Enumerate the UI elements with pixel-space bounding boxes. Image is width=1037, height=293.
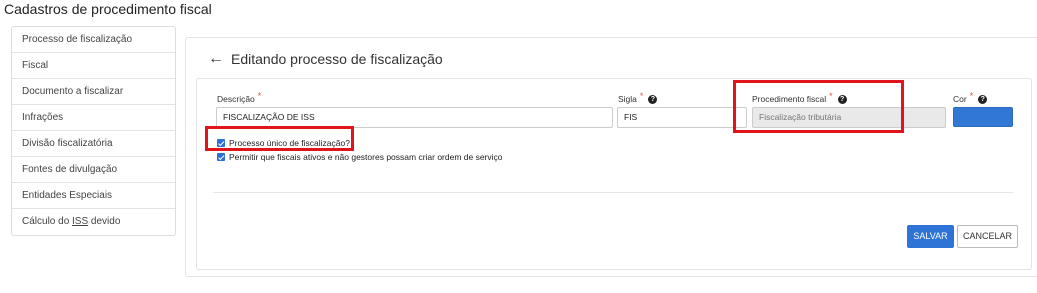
cor-label-text: Cor	[953, 94, 967, 104]
procedimento-label-text: Procedimento fiscal	[752, 94, 827, 104]
sidebar-item-label: Processo de fiscalização	[22, 34, 133, 45]
sidebar-item-label-suffix: devido	[88, 216, 121, 227]
cor-label: Cor *?	[953, 91, 988, 104]
edit-panel: ← Editando processo de fiscalização Desc…	[185, 37, 1037, 277]
form-card: Descrição * FISCALIZAÇÃO DE ISS Sigla *? F…	[196, 78, 1032, 270]
cancel-button[interactable]: CANCELAR	[957, 225, 1018, 248]
sidebar-item-label: Divisão fiscalizatória	[22, 138, 113, 149]
sidebar-item-documento[interactable]: Documento a fiscalizar	[12, 79, 175, 105]
processo-unico-checkbox[interactable]	[217, 139, 225, 147]
sidebar-item-fiscal[interactable]: Fiscal	[12, 53, 175, 79]
page-title: Cadastros de procedimento fiscal	[4, 1, 212, 17]
color-picker[interactable]	[953, 107, 1013, 127]
permitir-fiscais-row[interactable]: Permitir que fiscais ativos e não gestor…	[217, 152, 503, 162]
required-mark: *	[639, 91, 644, 101]
permitir-fiscais-label: Permitir que fiscais ativos e não gestor…	[229, 152, 503, 162]
divider	[213, 192, 1013, 193]
sidebar-item-label: Documento a fiscalizar	[22, 86, 124, 97]
sidebar-item-calculo-iss[interactable]: Cálculo do ISS devido	[12, 209, 175, 235]
sidebar-item-entidades[interactable]: Entidades Especiais	[12, 183, 175, 209]
required-mark: *	[969, 91, 974, 101]
help-icon[interactable]: ?	[978, 94, 988, 104]
panel-title: Editando processo de fiscalização	[231, 51, 443, 67]
sidebar-item-infracoes[interactable]: Infrações	[12, 105, 175, 131]
save-button[interactable]: SALVAR	[907, 225, 954, 248]
required-mark: *	[829, 91, 833, 101]
sigla-label-text: Sigla	[618, 94, 637, 104]
procedimento-select[interactable]: Fiscalização tributária	[752, 107, 946, 128]
sidebar-item-label: Fiscal	[22, 60, 49, 71]
arrow-left-icon[interactable]: ←	[208, 51, 226, 67]
sidebar-item-label: Infrações	[22, 112, 64, 123]
help-icon[interactable]: ?	[648, 94, 658, 104]
sidebar-menu: Processo de fiscalização Fiscal Document…	[11, 26, 176, 236]
processo-unico-label: Processo único de fiscalização?	[229, 138, 350, 148]
permitir-fiscais-checkbox[interactable]	[217, 153, 225, 161]
sidebar-item-divisao[interactable]: Divisão fiscalizatória	[12, 131, 175, 157]
processo-unico-row[interactable]: Processo único de fiscalização?	[217, 138, 350, 148]
procedimento-label: Procedimento fiscal *?	[752, 91, 847, 104]
descricao-label: Descrição *	[217, 91, 262, 104]
sidebar-item-label: Entidades Especiais	[22, 190, 113, 201]
sigla-label: Sigla *?	[618, 91, 658, 104]
help-icon[interactable]: ?	[837, 94, 847, 104]
descricao-label-text: Descrição	[217, 94, 255, 104]
panel-header: ← Editando processo de fiscalização	[208, 51, 443, 68]
descricao-input[interactable]: FISCALIZAÇÃO DE ISS	[216, 107, 613, 128]
sigla-input[interactable]: FIS	[617, 107, 747, 128]
sidebar-item-processo-fiscalizacao[interactable]: Processo de fiscalização	[12, 27, 175, 53]
sidebar-item-fontes[interactable]: Fontes de divulgação	[12, 157, 175, 183]
sidebar-item-label-iss: ISS	[72, 216, 89, 227]
sidebar-item-label-prefix: Cálculo do	[22, 216, 73, 227]
required-mark: *	[257, 91, 262, 101]
sidebar-item-label: Fontes de divulgação	[22, 164, 118, 175]
